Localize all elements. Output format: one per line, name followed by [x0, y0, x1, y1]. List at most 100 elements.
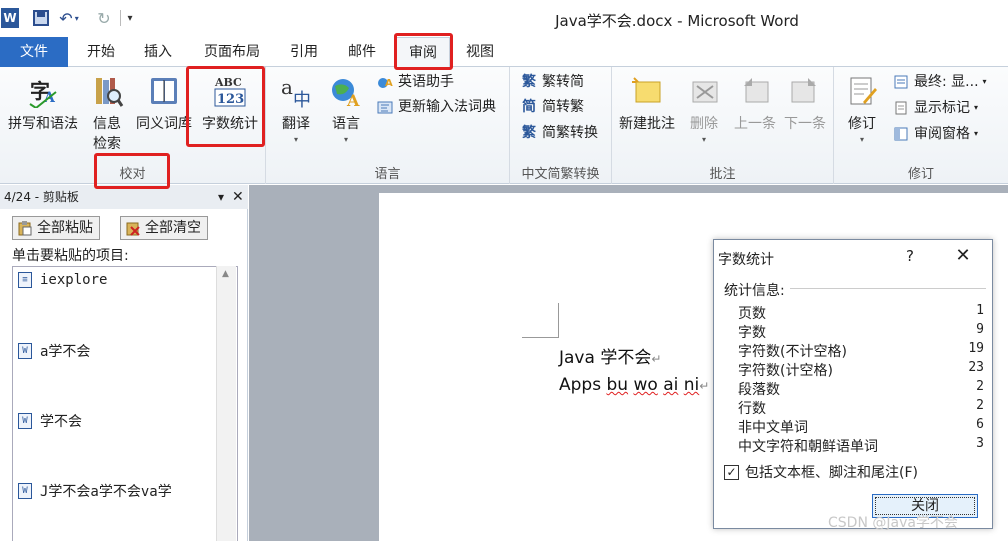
to-traditional-button[interactable]: 简 简转繁 [520, 96, 584, 118]
track-changes-icon [844, 73, 880, 109]
tab-insert[interactable]: 插入 [135, 37, 181, 67]
research-label-1: 信息 [93, 116, 121, 132]
tab-mailings[interactable]: 邮件 [339, 37, 385, 67]
stat-label: 中文字符和朝鲜语单词 [738, 439, 878, 455]
track-changes-dropdown-icon: ▾ [859, 135, 864, 144]
tab-file[interactable]: 文件 [0, 37, 68, 67]
simplified-to-traditional-icon: 简 [522, 99, 536, 115]
close-icon[interactable]: ✕ [950, 245, 976, 266]
stat-value: 3 [976, 436, 984, 451]
update-ime-icon [376, 98, 394, 116]
svg-text:a: a [281, 75, 293, 99]
new-comment-icon [629, 73, 665, 109]
stat-row-chars-with-spaces: 字符数(计空格) 23 [738, 360, 984, 379]
clipboard-hint: 单击要粘贴的项目: [12, 248, 129, 264]
to-traditional-label: 简转繁 [542, 99, 584, 115]
document-paragraph-2[interactable]: Apps bu wo ai ni↵ [559, 375, 709, 395]
statistics-label: 统计信息: [724, 283, 785, 299]
help-icon[interactable]: ? [900, 247, 920, 265]
checkmark-icon[interactable]: ✓ [724, 464, 739, 480]
translate-button[interactable]: a中 翻译 ▾ [274, 73, 318, 144]
show-markup-icon [892, 99, 910, 117]
clipboard-scrollbar[interactable]: ▲ [216, 266, 236, 541]
include-textboxes-checkbox[interactable]: ✓ 包括文本框、脚注和尾注(F) [724, 462, 918, 482]
watermark: CSDN @Java学不会 [828, 515, 958, 531]
delete-comment-button[interactable]: 删除 ▾ [684, 73, 724, 144]
show-markup-button[interactable]: 显示标记 ▾ [892, 97, 978, 119]
dialog-title: 字数统计 [718, 252, 774, 268]
previous-comment-label: 上一条 [734, 116, 776, 132]
next-comment-button[interactable]: 下一条 [780, 73, 830, 133]
scroll-up-icon[interactable]: ▲ [222, 269, 229, 279]
to-simplified-button[interactable]: 繁 繁转简 [520, 71, 584, 93]
update-ime-button[interactable]: 更新输入法词典 [376, 96, 496, 118]
clipboard-item[interactable]: ≡ iexplore [18, 272, 107, 288]
thesaurus-icon [146, 73, 182, 109]
group-label-comments: 批注 [709, 167, 736, 182]
language-label: 语言 [332, 116, 360, 132]
highlight-review-tab [394, 33, 453, 70]
clipboard-item[interactable]: W 学不会 [18, 411, 82, 431]
pane-options-icon[interactable]: ▾ [218, 185, 224, 209]
misspelled-word: bu [606, 375, 629, 395]
reviewing-pane-dropdown-icon: ▾ [974, 129, 979, 138]
clipboard-item[interactable]: W a学不会 [18, 341, 90, 361]
clear-all-label: 全部清空 [145, 220, 201, 236]
paste-all-button[interactable]: 全部粘贴 [12, 216, 100, 240]
tab-page-layout[interactable]: 页面布局 [193, 37, 271, 67]
previous-comment-button[interactable]: 上一条 [730, 73, 780, 133]
divider [790, 288, 986, 289]
language-button[interactable]: A 语言 ▾ [324, 73, 368, 144]
tab-home[interactable]: 开始 [78, 37, 124, 67]
clear-all-button[interactable]: 全部清空 [120, 216, 208, 240]
stat-value: 6 [976, 417, 984, 432]
spelling-grammar-button[interactable]: 字A 拼写和语法 [2, 73, 84, 133]
stat-value: 2 [976, 379, 984, 394]
tab-view[interactable]: 视图 [457, 37, 503, 67]
tab-references[interactable]: 引用 [281, 37, 327, 67]
paragraph-text: Java 学不会 [559, 348, 652, 368]
misspelled-word: ni [683, 375, 700, 395]
show-markup-label: 显示标记 [914, 100, 970, 116]
stat-label: 字符数(不计空格) [738, 344, 847, 360]
display-dropdown-icon: ▾ [982, 77, 987, 86]
new-comment-button[interactable]: 新建批注 [614, 73, 680, 133]
stat-row-lines: 行数 2 [738, 398, 984, 417]
clipboard-item[interactable]: W J学不会a学不会va学 [18, 481, 172, 501]
track-changes-button[interactable]: 修订 ▾ [842, 73, 882, 144]
highlight-proofing-group [94, 153, 170, 189]
delete-comment-label: 删除 [690, 116, 718, 132]
ribbon-tab-bar: 文件 开始 插入 页面布局 引用 邮件 审阅 视图 [0, 37, 1008, 68]
english-assistant-button[interactable]: A 英语助手 [376, 71, 454, 93]
word-count-dialog: 字数统计 ? ✕ 统计信息: 页数 1 字数 9 字符数(不计空格) 19 字符… [713, 239, 993, 529]
clipboard-item-text: J学不会a学不会va学 [40, 484, 172, 500]
group-chinese-conversion: 繁 繁转简 简 简转繁 繁 简繁转换 中文简繁转换 [510, 67, 612, 184]
pane-close-icon[interactable]: ✕ [232, 185, 244, 209]
stat-label: 非中文单词 [738, 420, 808, 436]
stat-row-words: 字数 9 [738, 322, 984, 341]
reviewing-pane-label: 审阅窗格 [914, 126, 970, 142]
display-for-review-select[interactable]: 最终: 显... ▾ [892, 71, 987, 93]
research-button[interactable]: 信息 检索 [87, 73, 127, 153]
show-markup-dropdown-icon: ▾ [974, 103, 979, 112]
update-ime-label: 更新输入法词典 [398, 99, 496, 115]
stat-label: 字数 [738, 325, 766, 341]
margin-marker [522, 337, 558, 338]
stat-value: 9 [976, 322, 984, 337]
stat-label: 段落数 [738, 382, 780, 398]
stat-value: 23 [968, 360, 984, 375]
group-tracking: 修订 ▾ 最终: 显... ▾ 显示标记 ▾ 审阅窗格 ▾ 修订 [834, 67, 1008, 184]
paragraph-mark: ↵ [699, 379, 710, 393]
display-for-review-value: 最终: 显... [914, 74, 979, 90]
previous-comment-icon [737, 73, 773, 109]
clear-all-icon [125, 220, 141, 236]
word-document-icon: W [18, 483, 32, 499]
document-paragraph-1[interactable]: Java 学不会↵ [559, 343, 661, 368]
reviewing-pane-button[interactable]: 审阅窗格 ▾ [892, 123, 978, 145]
group-label-chinese-conversion: 中文简繁转换 [521, 167, 600, 182]
stat-value: 19 [968, 341, 984, 356]
convert-button[interactable]: 繁 简繁转换 [520, 122, 598, 144]
stat-label: 字符数(计空格) [738, 363, 833, 379]
title-bar: W ↶ ▾ ↻ ▾ Java学不会.docx - Microsoft Word [0, 0, 1008, 37]
clipboard-item-text: iexplore [40, 272, 108, 288]
